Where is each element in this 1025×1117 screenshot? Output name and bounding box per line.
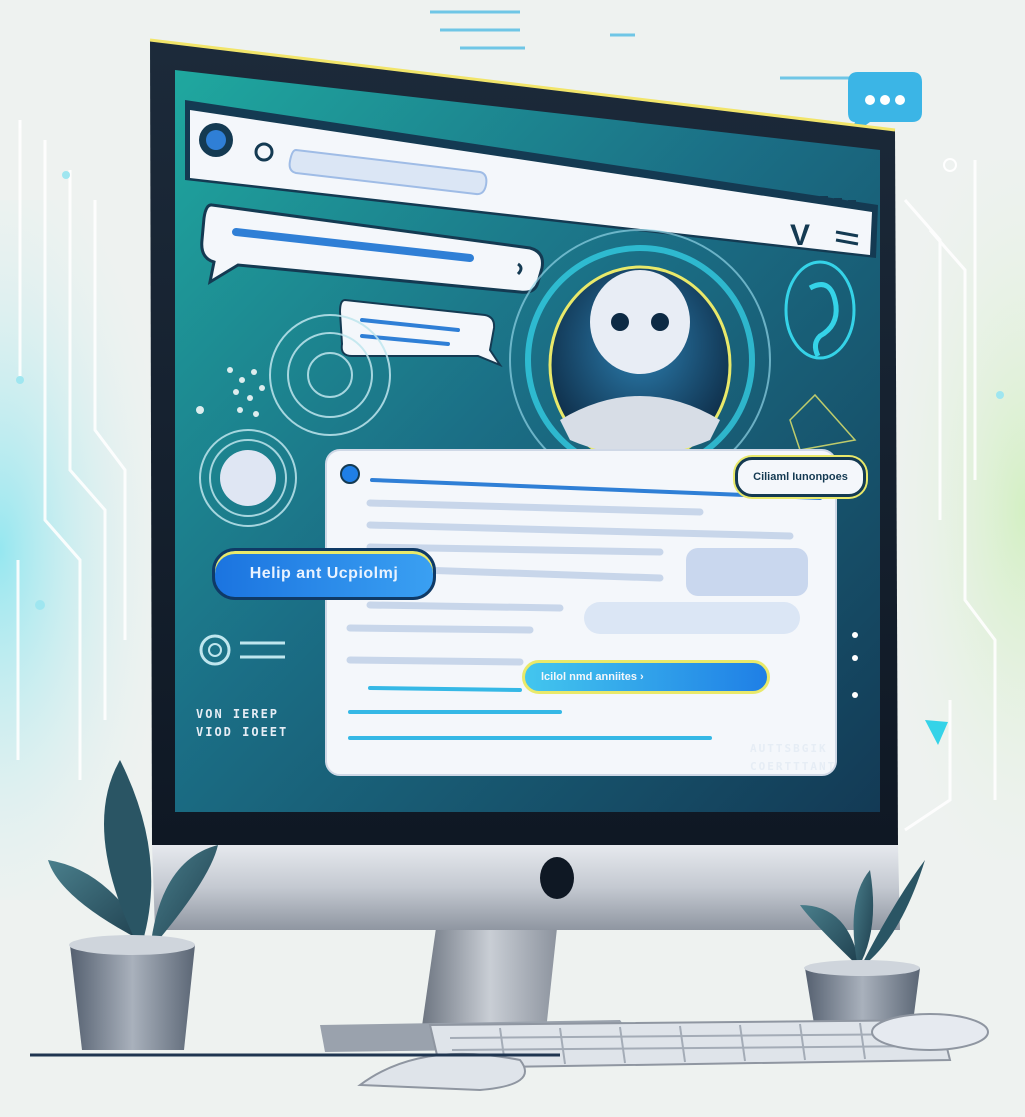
mouse[interactable] [871, 1013, 989, 1051]
panel-indicator-dot [340, 464, 360, 484]
monitor-chin [152, 845, 900, 930]
status-tag[interactable]: Ciliaml Iunonpoes [735, 457, 866, 497]
help-button-label: Helip ant Ucpiolmj [249, 565, 399, 582]
inner-chip[interactable]: lcilol nmd anniites › [522, 660, 770, 694]
caption-left-line1: VON IEREP [196, 707, 280, 721]
browser-logo-v: V [790, 219, 810, 252]
caption-right-line1: AUTTSBGIK [750, 742, 828, 755]
circuit-dot [996, 391, 1004, 399]
status-tag-label: Ciliaml Iunonpoes [753, 471, 848, 483]
help-button[interactable]: Helip ant Ucpiolmj [212, 548, 436, 600]
caption-right-line2: COERTTTANT [750, 760, 837, 773]
screen-circle-button [220, 450, 276, 506]
caption-right: AUTTSBGIK COERTTTANT [750, 740, 870, 776]
caption-left-line2: VIOD IOEET [196, 725, 289, 739]
illustration-scene: V [0, 0, 1025, 1117]
inner-chip-label: lcilol nmd anniites › [541, 671, 644, 683]
panel-input-pill[interactable] [584, 602, 800, 634]
caption-left: VON IEREP VIOD IOEET [196, 705, 306, 741]
apple-logo-icon [540, 857, 574, 899]
panel-placeholder-box [686, 548, 808, 596]
